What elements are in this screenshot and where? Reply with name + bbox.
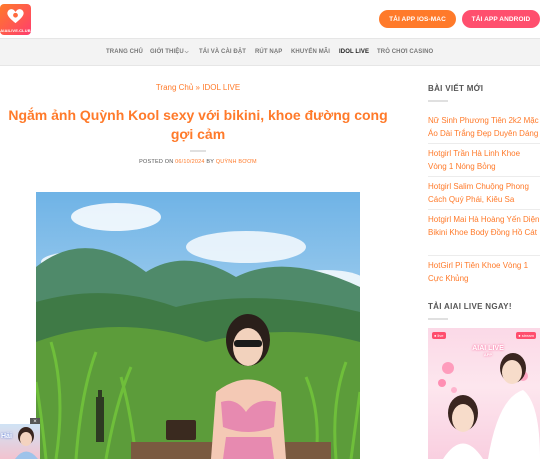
floating-mini-ad[interactable]: Hải (0, 424, 40, 459)
download-android-button[interactable]: TẢI APP ANDROID (462, 10, 540, 28)
breadcrumb-separator: » (195, 83, 200, 92)
nav-item-casino[interactable]: TRÒ CHƠI CASINO (377, 49, 433, 55)
breadcrumb-current[interactable]: IDOL LIVE (202, 83, 240, 92)
chevron-down-icon: ⌵ (184, 49, 189, 55)
post-separator (428, 143, 540, 144)
mini-ad-illustration (15, 427, 38, 459)
recent-posts-title: BÀI VIẾT MỚI (428, 84, 484, 93)
site-header: AIAILIVE.CLUB TẢI APP IOS-MAC TẢI APP AN… (0, 0, 540, 38)
recent-post-link[interactable]: Hotgirl Trần Hà Linh Khoe Vòng 1 Nóng Bỏ… (428, 147, 540, 173)
post-separator (428, 255, 540, 256)
nav-item-home[interactable]: TRANG CHỦ (106, 49, 143, 55)
heart-logo-icon (7, 9, 24, 24)
article-title: Ngắm ảnh Quỳnh Kool sexy với bikini, kho… (8, 107, 388, 142)
banner-illustration (438, 353, 540, 459)
main-nav: TRANG CHỦ GIỚI THIỆU⌵ TẢI VÀ CÀI ĐẶT RÚT… (0, 38, 540, 66)
nav-item-about[interactable]: GIỚI THIỆU⌵ (150, 49, 189, 55)
recent-post-link[interactable]: HotGirl Pi Tiên Khoe Vòng 1 Cực Khủng (428, 259, 540, 285)
nav-item-download[interactable]: TẢI VÀ CÀI ĐẶT (199, 49, 246, 55)
article-photo (36, 192, 360, 459)
article-meta: POSTED ON 06/10/2024 BY QUỲNH BƠƠM (0, 159, 396, 165)
app-download-banner[interactable]: ● live ● stream AIAI LIVE APP (428, 328, 540, 459)
post-separator (428, 209, 540, 210)
recent-post-link[interactable]: Hotgirl Salim Chuộng Phong Cách Quý Phái… (428, 180, 540, 206)
nav-item-about-label: GIỚI THIỆU (150, 49, 184, 55)
post-separator (428, 176, 540, 177)
nav-item-idol-live[interactable]: IDOL LIVE (339, 49, 369, 55)
breadcrumb-home[interactable]: Trang Chủ (156, 83, 194, 92)
post-author[interactable]: QUỲNH BƠƠM (216, 159, 257, 165)
download-section-title: TẢI AIAI LIVE NGAY! (428, 302, 512, 311)
download-ios-button[interactable]: TẢI APP IOS-MAC (379, 10, 456, 28)
breadcrumb: Trang Chủ » IDOL LIVE (0, 83, 396, 92)
posted-on-label: POSTED ON (139, 159, 174, 165)
recent-post-link[interactable]: Hotgirl Mai Hà Hoàng Yến Diện Bikini Kho… (428, 213, 540, 239)
photo-scene (36, 192, 360, 459)
download-section-divider (428, 318, 448, 320)
site-logo[interactable]: AIAILIVE.CLUB (0, 4, 31, 35)
post-date[interactable]: 06/10/2024 (175, 159, 205, 165)
logo-text: AIAILIVE.CLUB (0, 28, 31, 33)
recent-post-link[interactable]: Nữ Sinh Phương Tiên 2k2 Mặc Áo Dài Trắng… (428, 114, 540, 140)
nav-item-promotions[interactable]: KHUYẾN MÃI (291, 49, 330, 55)
nav-item-withdraw[interactable]: RÚT NẠP (255, 49, 282, 55)
recent-posts-divider (428, 100, 448, 102)
mini-ad-label: Hải (1, 433, 12, 440)
by-label: BY (206, 159, 215, 165)
title-divider (190, 150, 206, 152)
